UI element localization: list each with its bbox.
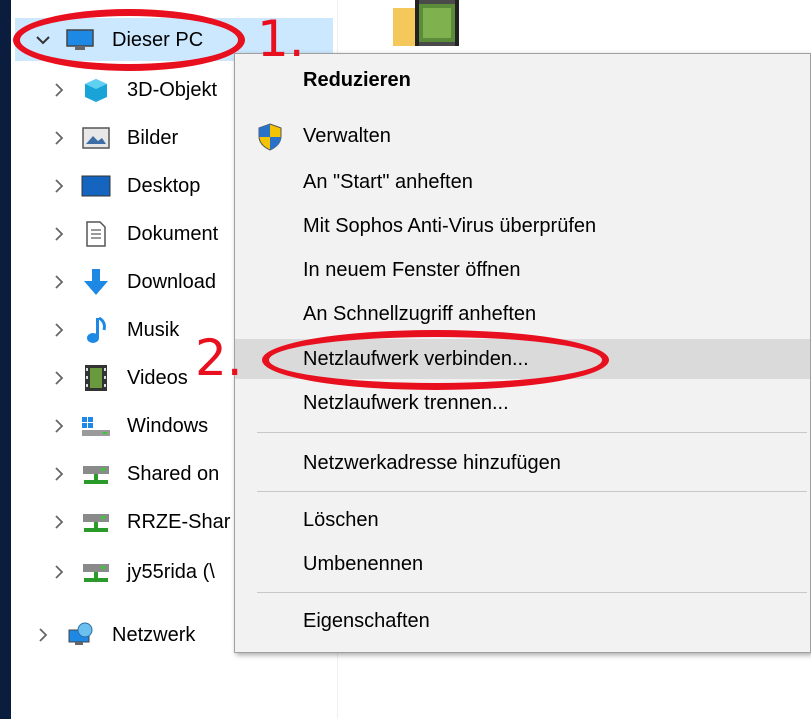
menu-item-label: Eigenschaften bbox=[303, 609, 430, 632]
network-drive-icon bbox=[81, 461, 111, 487]
menu-item-label: Verwalten bbox=[303, 124, 391, 147]
nav-label: Dokument bbox=[127, 222, 219, 245]
network-drive-icon bbox=[81, 509, 111, 535]
menu-separator bbox=[257, 592, 807, 593]
menu-item-label: An "Start" anheften bbox=[303, 170, 473, 193]
menu-separator bbox=[257, 432, 807, 433]
nav-label: 3D-Objekt bbox=[127, 78, 218, 101]
menu-item-sophos-scan[interactable]: Mit Sophos Anti-Virus überprüfen bbox=[235, 206, 810, 246]
documents-icon bbox=[81, 221, 111, 247]
folder-video-icon bbox=[393, 0, 465, 48]
menu-separator bbox=[257, 491, 807, 492]
menu-item-label: An Schnellzugriff anheften bbox=[303, 302, 537, 325]
chevron-right-icon[interactable] bbox=[49, 562, 69, 582]
nav-label: jy55rida (\ bbox=[127, 560, 215, 583]
menu-item-schnellzugriff[interactable]: An Schnellzugriff anheften bbox=[235, 294, 810, 334]
annotation-step1-number: 1. bbox=[257, 10, 305, 68]
menu-item-label: Umbenennen bbox=[303, 552, 424, 575]
nav-label: Shared on bbox=[127, 462, 220, 485]
nav-label: Windows bbox=[127, 414, 209, 437]
menu-item-label: Reduzieren bbox=[303, 68, 411, 91]
uac-shield-icon bbox=[257, 123, 283, 156]
nav-label: Netzwerk bbox=[112, 623, 196, 646]
nav-label: RRZE-Shar bbox=[127, 510, 231, 533]
annotation-ellipse-step2 bbox=[262, 330, 609, 390]
chevron-right-icon[interactable] bbox=[49, 80, 69, 100]
annotation-step2-number: 2. bbox=[195, 329, 243, 387]
menu-item-label: In neuem Fenster öffnen bbox=[303, 258, 521, 281]
menu-item-label: Netzlaufwerk trennen... bbox=[303, 391, 509, 414]
nav-label: Musik bbox=[127, 318, 180, 341]
chevron-right-icon[interactable] bbox=[49, 176, 69, 196]
chevron-right-icon[interactable] bbox=[49, 224, 69, 244]
annotation-ellipse-step1 bbox=[13, 9, 245, 71]
download-arrow-icon bbox=[81, 269, 111, 295]
menu-item-loeschen[interactable]: Löschen bbox=[235, 500, 810, 540]
menu-item-neues-fenster[interactable]: In neuem Fenster öffnen bbox=[235, 250, 810, 290]
menu-item-an-start-anheften[interactable]: An "Start" anheften bbox=[235, 162, 810, 202]
network-icon bbox=[65, 622, 95, 648]
menu-item-verwalten[interactable]: Verwalten bbox=[235, 116, 810, 156]
music-note-icon bbox=[81, 316, 111, 343]
nav-label: Desktop bbox=[127, 174, 201, 197]
nav-label: Videos bbox=[127, 366, 188, 389]
menu-item-reduzieren[interactable]: Reduzieren bbox=[235, 60, 810, 100]
chevron-right-icon[interactable] bbox=[49, 416, 69, 436]
nav-label: Download bbox=[127, 270, 216, 293]
menu-item-label: Netzwerkadresse hinzufügen bbox=[303, 451, 561, 474]
film-icon bbox=[81, 365, 111, 391]
desktop-icon bbox=[81, 173, 111, 199]
chevron-right-icon[interactable] bbox=[33, 625, 53, 645]
menu-item-label: Mit Sophos Anti-Virus überprüfen bbox=[303, 214, 597, 237]
network-drive-icon bbox=[81, 559, 111, 585]
menu-item-umbenennen[interactable]: Umbenennen bbox=[235, 544, 810, 584]
chevron-right-icon[interactable] bbox=[49, 320, 69, 340]
pictures-icon bbox=[81, 125, 111, 151]
chevron-right-icon[interactable] bbox=[49, 128, 69, 148]
chevron-right-icon[interactable] bbox=[49, 464, 69, 484]
menu-item-label: Löschen bbox=[303, 508, 379, 531]
chevron-right-icon[interactable] bbox=[49, 512, 69, 532]
chevron-right-icon[interactable] bbox=[49, 272, 69, 292]
menu-item-netzlaufwerk-trennen[interactable]: Netzlaufwerk trennen... bbox=[235, 383, 810, 423]
nav-label: Bilder bbox=[127, 126, 179, 149]
windows-drive-icon bbox=[81, 413, 111, 439]
3d-objects-icon bbox=[81, 77, 111, 103]
chevron-right-icon[interactable] bbox=[49, 368, 69, 388]
menu-item-eigenschaften[interactable]: Eigenschaften bbox=[235, 601, 810, 641]
window-left-edge bbox=[0, 0, 11, 719]
menu-item-netzwerkadresse[interactable]: Netzwerkadresse hinzufügen bbox=[235, 443, 810, 483]
